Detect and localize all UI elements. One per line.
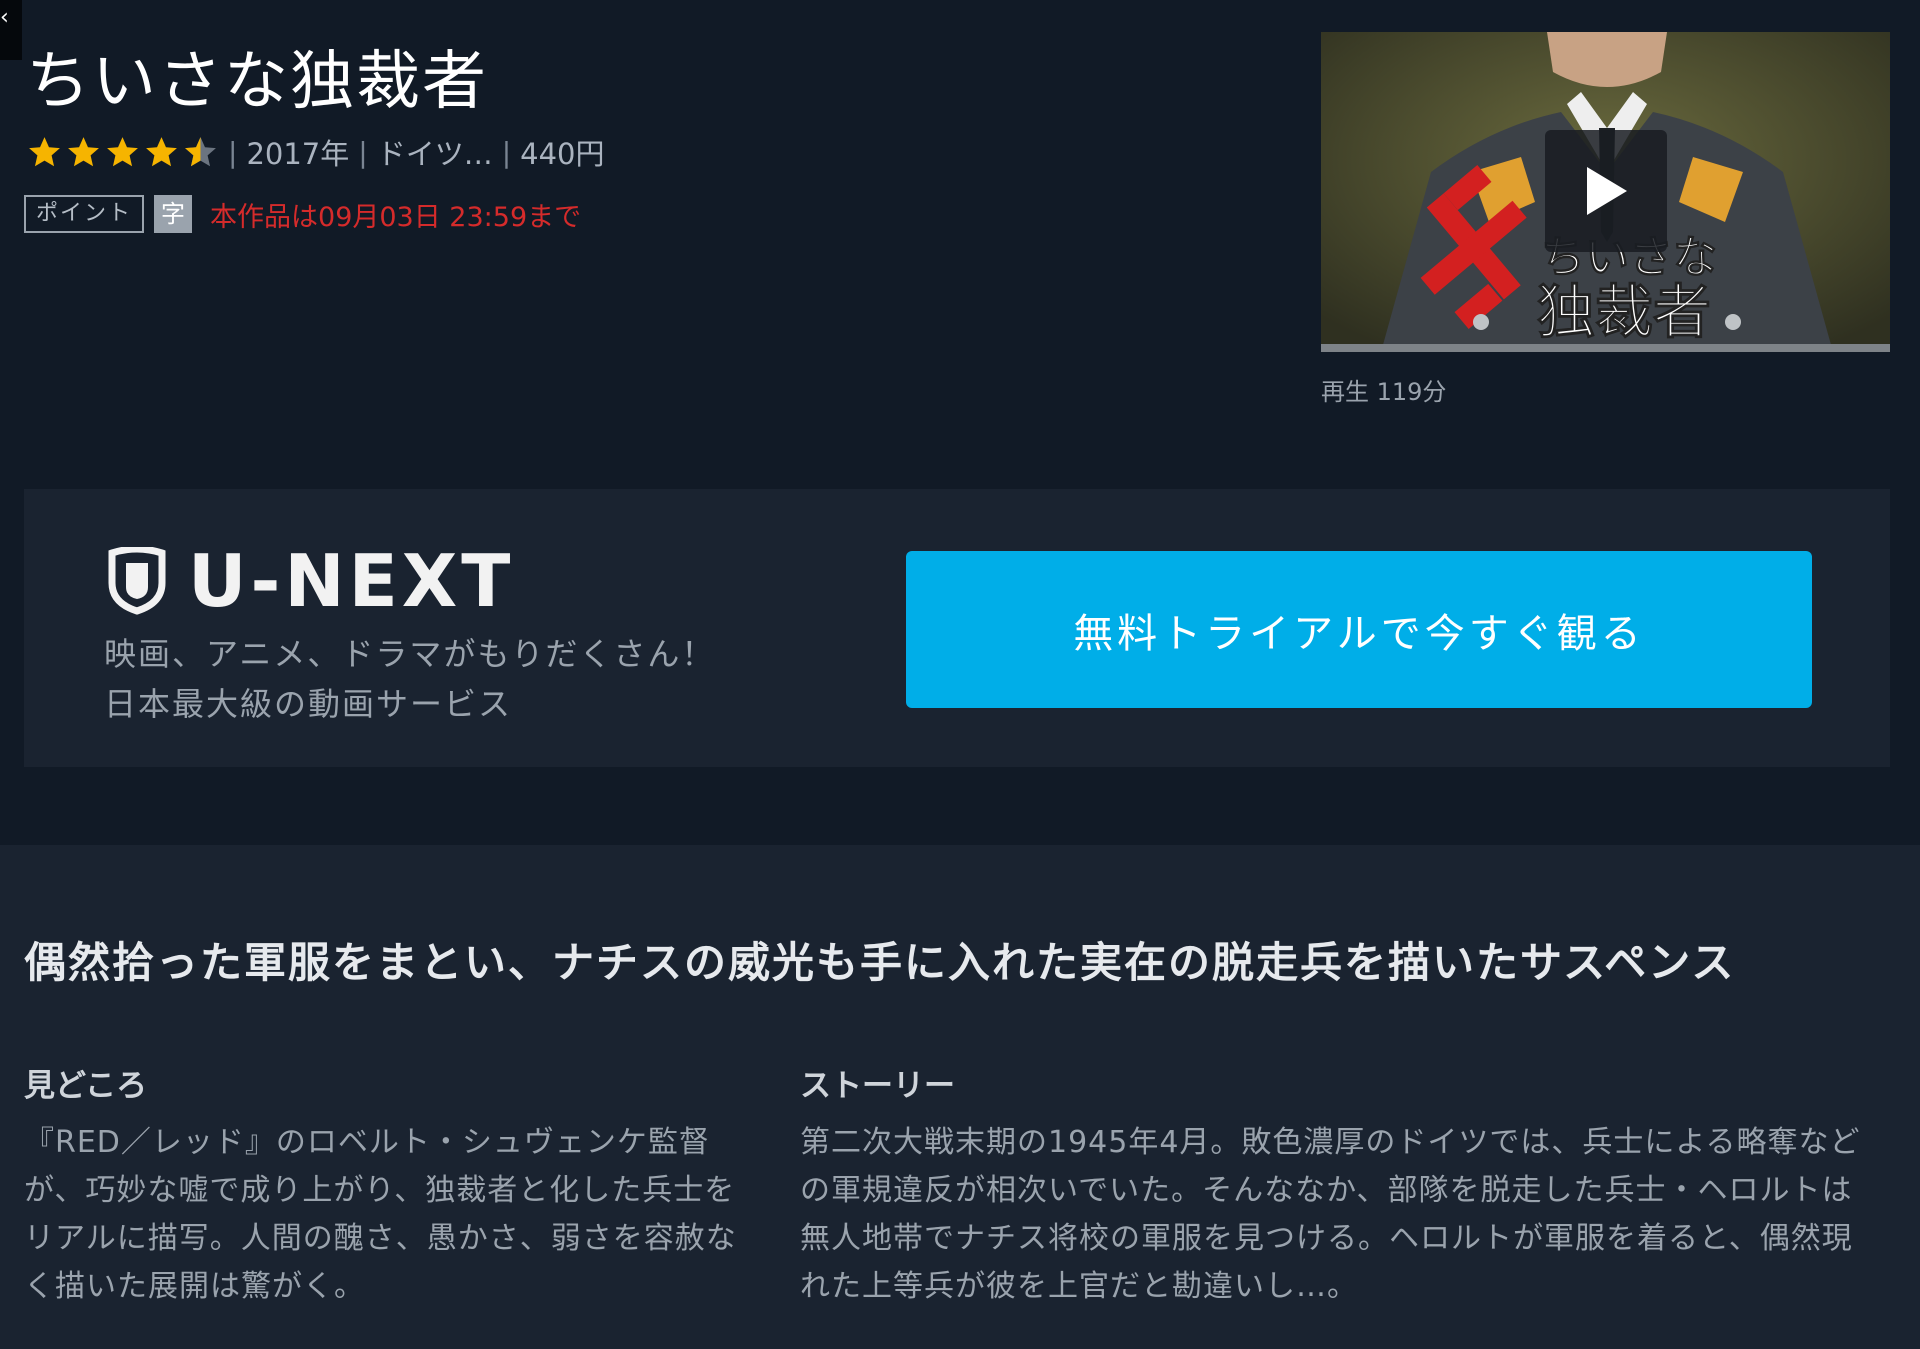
separator: | <box>358 135 368 169</box>
shield-logo-icon <box>108 547 166 615</box>
poster-title-line2: 独裁者 <box>1537 278 1711 346</box>
video-thumbnail[interactable]: ちいさな 独裁者 <box>1321 32 1890 352</box>
country: ドイツ… <box>376 137 493 171</box>
meta-row: | 2017年 | ドイツ… | 440円 <box>26 132 605 172</box>
highlights-line: く描いた展開は驚がく。 <box>24 1269 365 1304</box>
half-star-icon <box>185 136 216 166</box>
separator: | <box>501 135 512 169</box>
story-line: れた上等兵が彼を上官だと勘違いし…。 <box>800 1269 1358 1304</box>
highlights-line: 『RED／レッド』のロベルト・シュヴェンケ監督 <box>24 1125 710 1160</box>
catchphrase: 偶然拾った軍服をまとい、ナチスの威光も手に入れた実在の脱走兵を描いたサスペンス <box>24 938 1736 987</box>
tagline-line: 映画、アニメ、ドラマがもりだくさん！ <box>104 635 716 673</box>
story-text: 第二次大戦末期の1945年4月。敗色濃厚のドイツでは、兵士による略奪など の軍規… <box>800 1119 1861 1311</box>
story-heading: ストーリー <box>800 1068 955 1104</box>
tagline-line: 日本最大級の動画サービス <box>104 685 513 723</box>
separator: | <box>228 135 238 169</box>
expiration-notice: 本作品は09月03日 23:59まで <box>210 201 582 233</box>
details-section: 偶然拾った軍服をまとい、ナチスの威光も手に入れた実在の脱走兵を描いたサスペンス … <box>0 845 1920 1349</box>
page-title: ちいさな独裁者 <box>26 45 488 119</box>
highlights-heading: 見どころ <box>24 1068 148 1104</box>
back-button[interactable]: ‹ <box>0 0 22 60</box>
star-icon <box>107 136 138 166</box>
star-icon <box>68 136 99 166</box>
release-year: 2017年 <box>246 137 350 171</box>
playback-duration: 再生 119分 <box>1321 378 1447 406</box>
highlights-text: 『RED／レッド』のロベルト・シュヴェンケ監督 が、巧妙な嘘で成り上がり、独裁者… <box>24 1119 737 1311</box>
playback-progress-bar <box>1321 344 1890 352</box>
star-icon <box>29 136 60 166</box>
story-line: の軍規違反が相次いでいた。そんななか、部隊を脱走した兵士・ヘロルトは <box>800 1173 1853 1208</box>
play-button[interactable] <box>1545 130 1667 252</box>
highlights-line: が、巧妙な嘘で成り上がり、独裁者と化した兵士を <box>24 1173 736 1208</box>
promo-tagline: 映画、アニメ、ドラマがもりだくさん！ 日本最大級の動画サービス <box>104 629 715 729</box>
price: 440円 <box>520 137 605 171</box>
play-icon <box>1587 167 1627 215</box>
logo-wordmark: U-NEXT <box>188 539 515 623</box>
subtitle-badge: 字 <box>154 195 193 233</box>
story-line: 第二次大戦末期の1945年4月。敗色濃厚のドイツでは、兵士による略奪など <box>800 1125 1861 1160</box>
back-chevron-icon: ‹ <box>0 5 9 30</box>
free-trial-button[interactable]: 無料トライアルで今すぐ観る <box>906 551 1812 708</box>
unext-logo: U-NEXT <box>108 539 514 623</box>
star-rating <box>26 134 219 171</box>
star-icon <box>146 136 177 166</box>
unext-promo-banner: U-NEXT 映画、アニメ、ドラマがもりだくさん！ 日本最大級の動画サービス 無… <box>24 489 1890 767</box>
badge-row: ポイント 字 本作品は09月03日 23:59まで <box>24 194 581 234</box>
highlights-line: リアルに描写。人間の醜さ、愚かさ、弱さを容赦な <box>24 1221 737 1256</box>
point-badge: ポイント <box>24 195 145 233</box>
story-line: 無人地帯でナチス将校の軍服を見つける。ヘロルトが軍服を着ると、偶然現 <box>800 1221 1853 1256</box>
